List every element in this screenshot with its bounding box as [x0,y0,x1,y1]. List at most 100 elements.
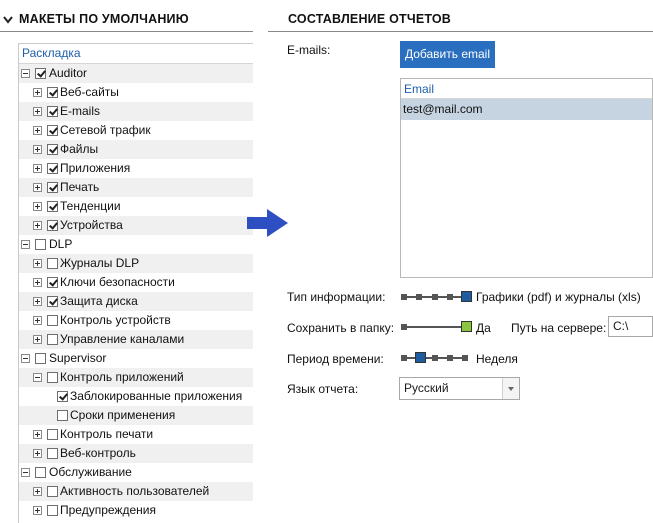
email-list[interactable]: Email test@mail.com [400,78,653,278]
tree-row[interactable]: Журналы DLP [19,254,253,273]
tree-row[interactable]: Контроль приложений [19,368,253,387]
tree-row[interactable]: Контроль устройств [19,311,253,330]
slider-knob[interactable] [461,291,472,302]
tree-checkbox[interactable] [47,277,58,288]
tree-checkbox[interactable] [47,258,58,269]
expand-icon[interactable] [33,221,42,230]
expand-icon[interactable] [33,487,42,496]
language-label: Язык отчета: [287,382,359,396]
tree-checkbox[interactable] [35,467,46,478]
slider-knob[interactable] [415,352,426,363]
tree-checkbox[interactable] [47,220,58,231]
tree-checkbox[interactable] [47,429,58,440]
layout-tree-header[interactable]: Раскладка [19,44,253,64]
tree-row[interactable]: Supervisor [19,349,253,368]
tree-row[interactable]: Файлы [19,140,253,159]
tree-checkbox[interactable] [35,239,46,250]
expand-icon[interactable] [33,506,42,515]
tree-checkbox[interactable] [47,163,58,174]
tree-row[interactable]: Печать [19,178,253,197]
reporting-title: СОСТАВЛЕНИЕ ОТЧЕТОВ [288,12,452,26]
tree-row[interactable]: Ключи безопасности [19,273,253,292]
info-type-slider[interactable] [401,291,472,303]
expand-icon[interactable] [33,107,42,116]
tree-checkbox[interactable] [47,486,58,497]
tree-row[interactable]: Сроки применения [19,406,253,425]
tree-row-label: Заблокированные приложения [70,389,243,403]
tree-checkbox[interactable] [35,68,46,79]
expand-icon[interactable] [33,145,42,154]
collapse-icon[interactable] [21,468,30,477]
tree-row[interactable]: Тенденции [19,197,253,216]
expand-icon[interactable] [33,278,42,287]
tree-row-label: E-mails [60,104,101,118]
expand-icon[interactable] [33,335,42,344]
tree-checkbox[interactable] [57,391,68,402]
tree-row-label: Защита диска [60,294,138,308]
tree-row[interactable]: DLP [19,235,253,254]
tree-row[interactable]: Auditor [19,64,253,83]
tree-row-label: Управление каналами [60,332,185,346]
default-layouts-header[interactable]: МАКЕТЫ ПО УМОЛЧАНИЮ [0,12,253,32]
expand-icon[interactable] [33,164,42,173]
tree-row-label: Контроль устройств [60,313,171,327]
expand-icon[interactable] [33,430,42,439]
tree-row[interactable]: Заблокированные приложения [19,387,253,406]
tree-checkbox[interactable] [47,372,58,383]
tree-row[interactable]: Веб-сайты [19,83,253,102]
save-folder-toggle[interactable] [401,321,472,333]
expand-icon[interactable] [33,297,42,306]
tree-row-label: Веб-сайты [60,85,119,99]
tree-checkbox[interactable] [47,125,58,136]
expand-icon[interactable] [33,316,42,325]
expand-icon[interactable] [33,259,42,268]
tree-checkbox[interactable] [47,87,58,98]
chevron-down-icon[interactable] [502,378,519,399]
language-select[interactable]: Русский [399,377,520,400]
expand-icon[interactable] [33,449,42,458]
period-slider[interactable] [401,352,471,364]
tree-row[interactable]: Веб-контроль [19,444,253,463]
tree-row[interactable]: Контроль печати [19,425,253,444]
tree-checkbox[interactable] [57,410,68,421]
expand-icon[interactable] [33,126,42,135]
collapse-icon[interactable] [21,69,30,78]
expand-icon[interactable] [33,183,42,192]
add-email-button[interactable]: Добавить email [400,41,495,68]
tree-checkbox[interactable] [47,448,58,459]
tree-row[interactable]: Устройства [19,216,253,235]
tree-row[interactable]: Приложения [19,159,253,178]
collapse-icon[interactable] [21,354,30,363]
tree-row[interactable]: Сетевой трафик [19,121,253,140]
emails-label: E-mails: [287,43,331,57]
tree-checkbox[interactable] [47,315,58,326]
tree-row-label: Контроль печати [60,427,154,441]
collapse-icon[interactable] [21,240,30,249]
email-list-item[interactable]: test@mail.com [401,99,652,120]
tree-row[interactable]: Управление каналами [19,330,253,349]
tree-row[interactable]: Предупреждения [19,501,253,520]
tree-checkbox[interactable] [47,334,58,345]
tree-row-label: Приложения [60,161,131,175]
tree-checkbox[interactable] [47,182,58,193]
tree-row[interactable]: Активность пользователей [19,482,253,501]
expand-icon[interactable] [33,202,42,211]
expand-icon[interactable] [33,88,42,97]
tree-row[interactable]: E-mails [19,102,253,121]
slider-knob[interactable] [461,321,472,332]
tree-row[interactable]: Обслуживание [19,463,253,482]
tree-checkbox[interactable] [47,144,58,155]
tree-row-label: Предупреждения [60,503,156,517]
tree-checkbox[interactable] [47,505,58,516]
tree-row-label: Auditor [49,66,88,80]
collapse-icon[interactable] [33,373,42,382]
email-column-header[interactable]: Email [401,79,652,99]
tree-checkbox[interactable] [47,106,58,117]
server-path-input[interactable]: C:\ [608,316,653,337]
tree-checkbox[interactable] [35,353,46,364]
period-label: Период времени: [287,352,384,366]
tree-row[interactable]: Защита диска [19,292,253,311]
tree-checkbox[interactable] [47,201,58,212]
tree-checkbox[interactable] [47,296,58,307]
tree-row-label: Активность пользователей [60,484,210,498]
